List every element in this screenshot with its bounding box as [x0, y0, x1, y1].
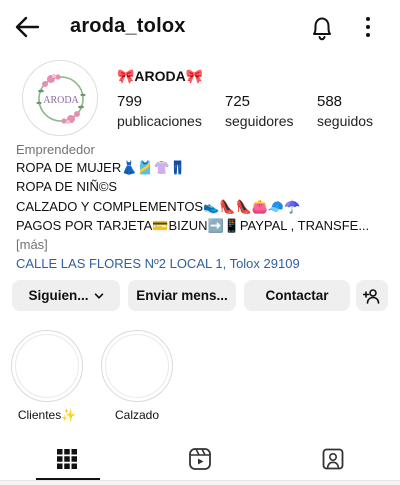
following-label: seguidos — [317, 113, 374, 129]
following-button-label: Siguien... — [28, 288, 89, 303]
wreath-logo: ARODA — [36, 74, 86, 124]
top-bar: aroda_tolox — [0, 0, 400, 56]
highlight-item[interactable]: Clientes✨ — [11, 330, 83, 422]
contact-button[interactable]: Contactar — [244, 280, 350, 311]
following-button[interactable]: Siguien... — [12, 280, 120, 311]
followers-label: seguidores — [225, 113, 294, 129]
profile-bio: ROPA DE MUJER👗🎽👚👖 ROPA DE NIÑ©S CALZADO … — [16, 158, 388, 274]
contact-button-label: Contactar — [265, 288, 329, 303]
message-button-label: Enviar mens... — [136, 288, 228, 303]
highlight-cover — [105, 334, 169, 398]
highlight-cover — [15, 334, 79, 398]
profile-username: aroda_tolox — [70, 15, 186, 37]
stat-following[interactable]: 588 seguidos — [317, 93, 373, 129]
bio-more-link[interactable]: [más] — [16, 235, 388, 254]
reels-icon — [188, 448, 211, 470]
arrow-left-icon[interactable] — [14, 14, 40, 40]
bell-icon[interactable] — [309, 14, 335, 42]
add-person-button[interactable] — [356, 280, 388, 311]
highlight-item[interactable]: Calzado — [101, 330, 173, 422]
highlight-ring — [101, 330, 173, 402]
bio-line: PAGOS POR TARJETA💳BIZUN➡️📱PAYPAL , TRANS… — [16, 217, 370, 233]
grid-top-edge — [0, 481, 400, 485]
tagged-user-icon — [322, 448, 343, 470]
following-count: 588 — [317, 93, 343, 110]
posts-count: 799 — [117, 93, 143, 110]
profile-avatar[interactable]: ARODA — [22, 60, 98, 136]
tab-posts-grid[interactable] — [0, 440, 133, 478]
display-name: 🎀ARODA🎀 — [117, 68, 204, 84]
more-vertical-icon[interactable] — [358, 14, 378, 40]
stat-posts[interactable]: 799 publicaciones — [117, 93, 202, 129]
add-person-icon — [363, 288, 380, 304]
chevron-down-icon — [94, 292, 103, 299]
address-link[interactable]: CALLE LAS FLORES Nº2 LOCAL 1, Tolox 2910… — [16, 254, 388, 273]
profile-category: Emprendedor — [16, 142, 95, 157]
bio-line: ROPA DE MUJER👗🎽👚👖 — [16, 160, 186, 175]
highlight-label: Clientes✨ — [17, 408, 77, 422]
highlight-ring — [11, 330, 83, 402]
profile-tabs — [0, 440, 400, 485]
highlight-label: Calzado — [114, 408, 160, 422]
bio-line: CALZADO Y COMPLEMENTOS👟👠👠👛🧢☂️ — [16, 198, 301, 214]
bio-line: ROPA DE NIÑ©S — [16, 179, 118, 195]
stat-followers[interactable]: 725 seguidores — [225, 93, 294, 129]
message-button[interactable]: Enviar mens... — [128, 280, 236, 311]
posts-label: publicaciones — [117, 113, 202, 129]
tab-reels[interactable] — [133, 440, 266, 478]
avatar-text: ARODA — [43, 95, 79, 106]
followers-count: 725 — [225, 93, 251, 110]
tab-tagged[interactable] — [266, 440, 399, 478]
grid-icon — [56, 449, 77, 469]
